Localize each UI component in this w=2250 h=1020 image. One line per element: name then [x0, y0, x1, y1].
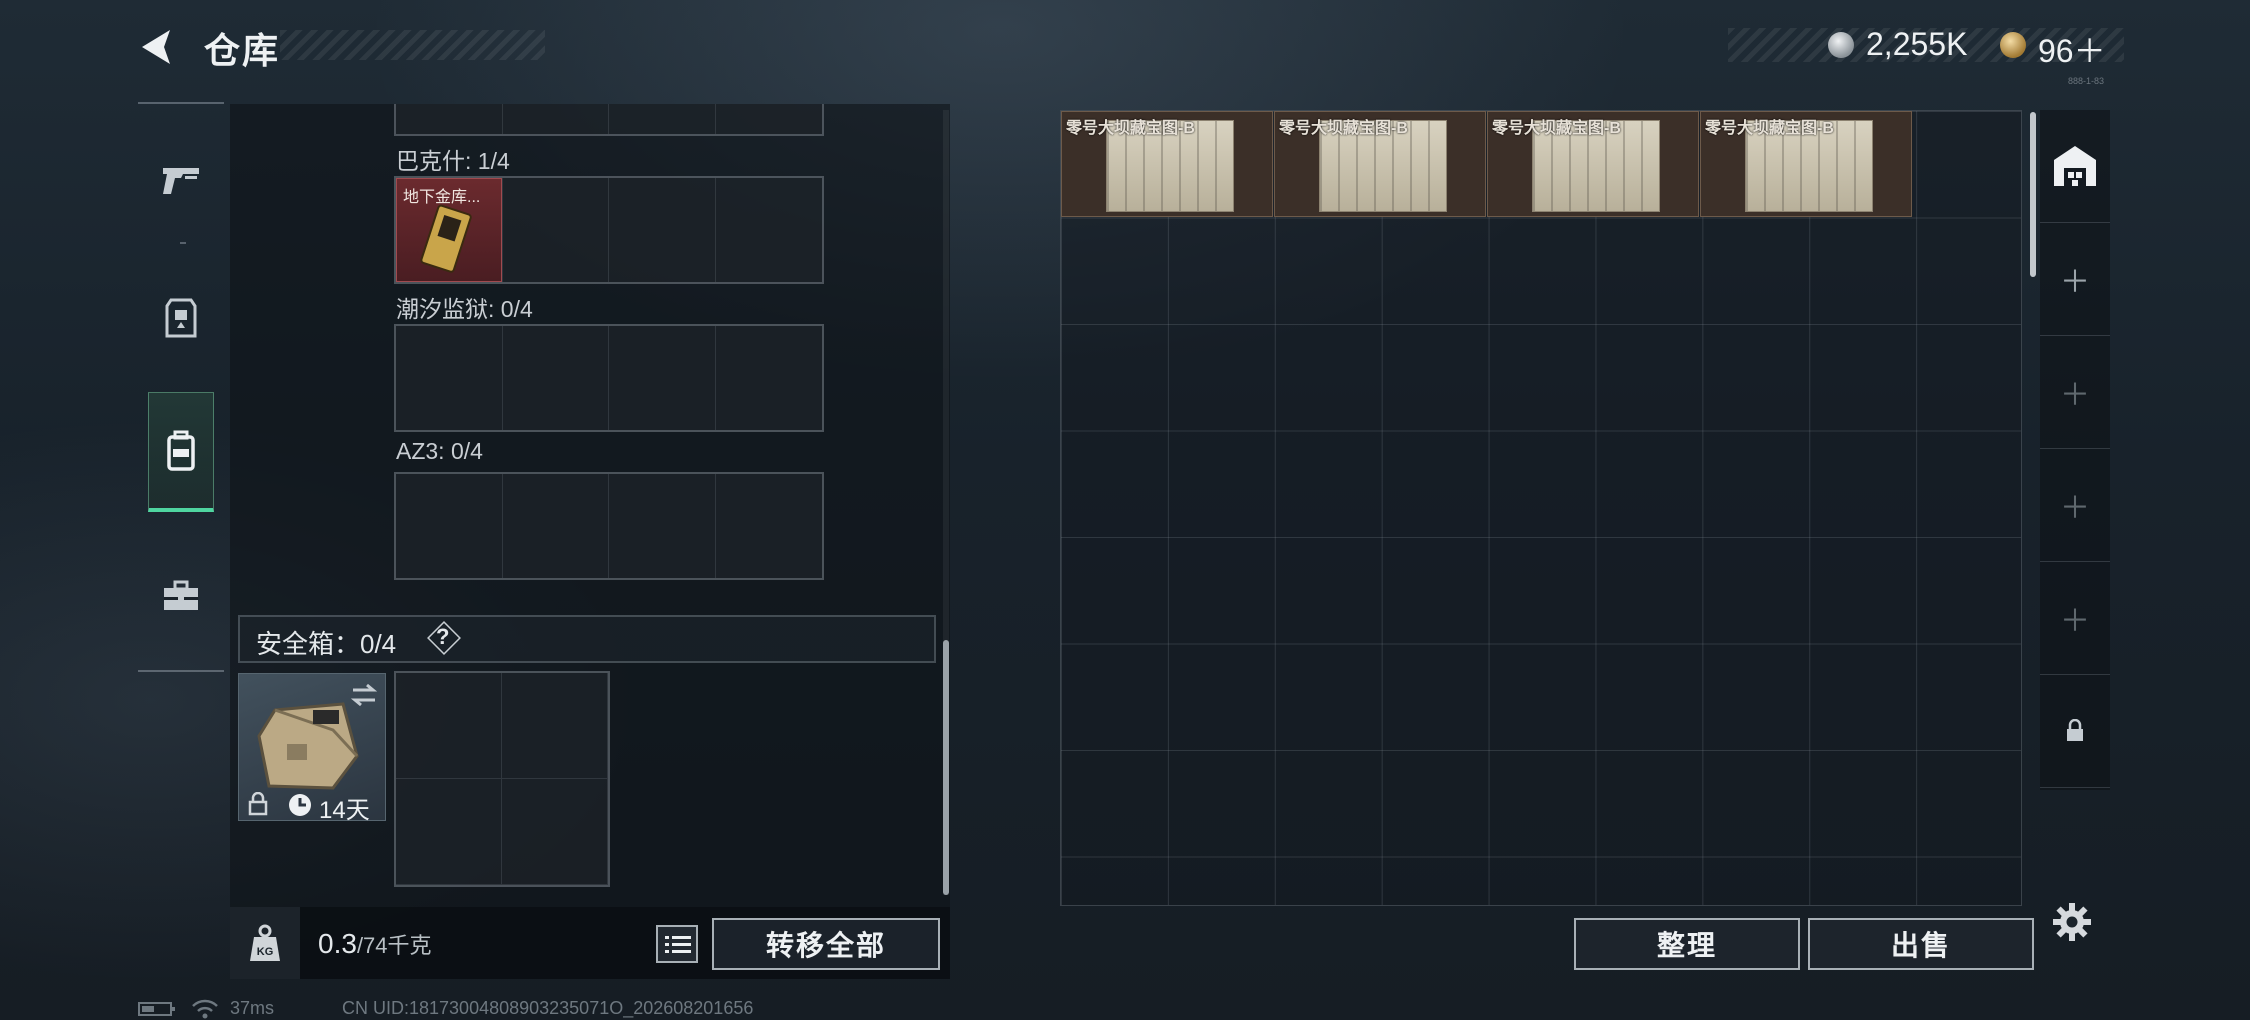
key-group-label: 潮汐监狱: 0/4	[396, 296, 533, 322]
key-slot[interactable]	[716, 178, 823, 282]
key-slot[interactable]	[396, 474, 503, 578]
key-slot[interactable]	[609, 178, 716, 282]
tab-divider	[138, 102, 224, 104]
back-arrow-icon	[142, 30, 170, 64]
key-slot-row	[394, 472, 824, 580]
svg-text:KG: KG	[257, 946, 274, 958]
item-name: 零号大坝藏宝图-B	[1492, 120, 1621, 137]
uid-text: CN UID:18173004808903235071O_20260820165…	[342, 998, 754, 1018]
key-slot[interactable]	[716, 104, 823, 134]
safebox-slot[interactable]	[396, 779, 502, 885]
pistol-icon	[163, 168, 199, 194]
wifi-icon	[192, 1000, 218, 1019]
left-scrollbar[interactable]	[943, 640, 949, 895]
swap-icon[interactable]	[349, 682, 379, 708]
plus-icon: ＋	[2060, 492, 2090, 525]
key-group-label: 巴克什: 1/4	[396, 148, 510, 174]
key-slot[interactable]	[503, 178, 609, 282]
tab-backpack[interactable]	[148, 392, 214, 512]
safebox-item[interactable]: 14天	[238, 673, 386, 824]
armor-icon	[165, 298, 197, 338]
key-slot-row	[394, 324, 824, 432]
gold-coin-icon	[2000, 32, 2026, 58]
clock-icon	[289, 794, 311, 816]
safebox-slots	[394, 671, 610, 887]
safebox-slot[interactable]	[502, 673, 608, 779]
key-slot[interactable]	[503, 474, 609, 578]
warehouse-icon	[2054, 146, 2096, 186]
battery-icon	[138, 1002, 175, 1017]
lock-icon	[248, 792, 268, 816]
item-name: 零号大坝藏宝图-B	[1705, 120, 1834, 137]
settings-button[interactable]	[2052, 902, 2092, 942]
toolbox-icon	[164, 580, 198, 610]
key-card-item[interactable]: 地下金库...	[396, 178, 502, 282]
tidy-button[interactable]: 整理	[1574, 918, 1800, 970]
safebox-slot[interactable]	[396, 673, 502, 779]
backpack-icon	[167, 430, 195, 471]
tab-toolbox[interactable]	[148, 536, 214, 656]
treasure-map-item[interactable]: 零号大坝藏宝图-B	[1061, 111, 1273, 217]
key-slot-row	[394, 104, 824, 136]
weight-capacity: /74千克	[356, 933, 432, 958]
treasure-map-item[interactable]: 零号大坝藏宝图-B	[1487, 111, 1699, 217]
safebox-duration: 14天	[319, 797, 370, 824]
add-storage-page-button[interactable]: ＋	[2040, 223, 2110, 336]
item-name: 零号大坝藏宝图-B	[1279, 120, 1408, 137]
keycard-icon	[420, 204, 472, 273]
storage-pages-bar: ＋ ＋ ＋ ＋	[2040, 110, 2110, 790]
ping-value: 37ms	[230, 998, 275, 1018]
key-slot[interactable]	[609, 474, 716, 578]
key-slot[interactable]	[503, 104, 609, 134]
plus-icon: ＋	[2060, 266, 2090, 299]
key-slot[interactable]	[716, 474, 823, 578]
locked-storage-page[interactable]	[2040, 675, 2110, 788]
safebox-title: 安全箱：0/4	[256, 629, 397, 659]
key-slot[interactable]	[609, 104, 716, 134]
tab-weapons[interactable]	[148, 120, 214, 240]
silver-coin-icon	[1828, 32, 1854, 58]
treasure-map-item[interactable]: 零号大坝藏宝图-B	[1274, 111, 1486, 217]
storage-scrollbar[interactable]	[2030, 112, 2036, 277]
help-mark: ?	[436, 624, 450, 649]
weight-icon: KG	[250, 924, 280, 961]
key-slot[interactable]	[396, 104, 503, 134]
tab-divider	[180, 242, 186, 244]
item-name: 零号大坝藏宝图-B	[1066, 120, 1195, 137]
back-button[interactable]	[136, 24, 182, 70]
currency-amount[interactable]: 2,255K	[1866, 26, 1967, 63]
premium-currency-amount[interactable]: 96＋	[2038, 26, 2106, 72]
plus-icon: ＋	[2060, 379, 2090, 412]
sell-button[interactable]: 出售	[1808, 918, 2034, 970]
title-decoration	[280, 30, 545, 60]
treasure-map-item[interactable]: 零号大坝藏宝图-B	[1700, 111, 1912, 217]
device-status: 37ms	[138, 998, 274, 1019]
safebox-slot[interactable]	[502, 779, 608, 885]
key-slot[interactable]	[396, 326, 503, 430]
weight-icon-box: KG	[230, 907, 300, 979]
lock-icon	[2067, 719, 2083, 741]
weight-current: 0.3	[318, 928, 357, 959]
weight-value: 0.3/74千克	[318, 928, 432, 960]
tab-armor[interactable]	[148, 258, 214, 378]
storage-grid: 零号大坝藏宝图-B 零号大坝藏宝图-B 零号大坝藏宝图-B 零号大坝藏宝图-B	[1060, 110, 2022, 906]
list-icon	[665, 936, 691, 953]
key-slot[interactable]	[716, 326, 823, 430]
list-view-button[interactable]	[656, 925, 698, 963]
storage-page-main[interactable]	[2040, 110, 2110, 223]
plus-icon: ＋	[2060, 605, 2090, 638]
key-slot[interactable]	[609, 326, 716, 430]
add-storage-page-button[interactable]: ＋	[2040, 336, 2110, 449]
safebox-case-icon	[257, 702, 359, 790]
key-slot[interactable]	[503, 326, 609, 430]
page-title: 仓库	[204, 30, 281, 71]
key-group-label: AZ3: 0/4	[396, 438, 483, 464]
add-storage-page-button[interactable]: ＋	[2040, 562, 2110, 675]
add-storage-page-button[interactable]: ＋	[2040, 449, 2110, 562]
transfer-all-button[interactable]: 转移全部	[712, 918, 940, 970]
storage-grid-lines	[1061, 111, 2021, 905]
gear-icon	[2053, 903, 2091, 941]
version-text: 888-1-83	[2068, 76, 2105, 86]
tab-divider	[138, 670, 224, 672]
